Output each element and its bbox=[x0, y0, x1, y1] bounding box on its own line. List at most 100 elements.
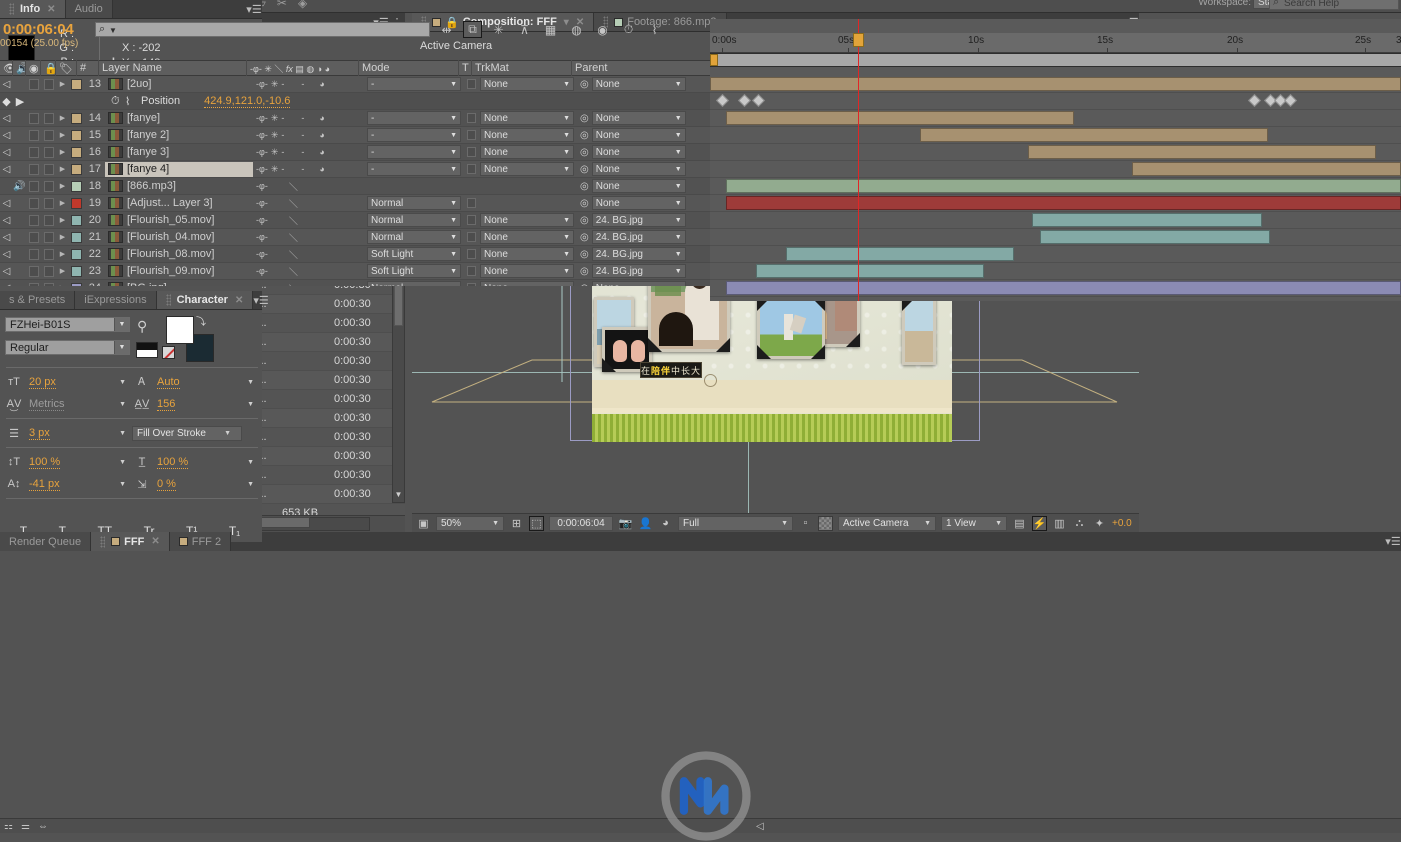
video-toggle[interactable]: ◁ bbox=[0, 246, 13, 263]
close-icon[interactable]: ✕ bbox=[151, 536, 159, 547]
time-ruler[interactable]: 0:00s 05s 10s 15s 20s 25s 30 bbox=[710, 33, 1401, 53]
expand-arrow-icon[interactable]: ▶ bbox=[56, 110, 69, 127]
video-toggle[interactable]: ◁ bbox=[0, 212, 13, 229]
layer-name[interactable]: [fanye 4] bbox=[105, 161, 253, 177]
layer-switches[interactable]: -φ-＼ bbox=[253, 178, 365, 195]
baseline-shift-field[interactable]: A↕ -41 px ▼ bbox=[4, 478, 132, 491]
expand-arrow-icon[interactable]: ▶ bbox=[56, 263, 69, 280]
layer-name[interactable]: [fanye] bbox=[105, 111, 253, 126]
layer-switches[interactable]: -φ- ✳ - - ◕ bbox=[253, 76, 365, 93]
layer-trkmat[interactable]: None▼ bbox=[478, 246, 578, 263]
work-area-bar[interactable] bbox=[710, 53, 1401, 67]
layer-mode[interactable] bbox=[365, 178, 465, 195]
audio-toggle[interactable] bbox=[13, 229, 26, 246]
layer-row[interactable]: ◁ ▶ 15 [fanye 2] -φ- ✳ - - ◕ - ▼ None ▼ ◎ None ▼ bbox=[0, 127, 710, 144]
layer-label-color[interactable] bbox=[69, 127, 83, 144]
font-style-select[interactable]: Regular ▼ bbox=[5, 340, 130, 355]
snapshot-icon[interactable]: 📷 bbox=[618, 516, 633, 531]
property-value[interactable]: 424.9,121.0,-10.6 bbox=[204, 95, 291, 108]
stroke-order-select[interactable]: Fill Over Stroke ▼ bbox=[132, 425, 260, 441]
search-help-input[interactable]: Search Help bbox=[1269, 0, 1399, 10]
grid-guides-icon[interactable]: ⊞ bbox=[509, 516, 524, 531]
solo-toggle[interactable] bbox=[26, 212, 41, 229]
layer-mode[interactable]: Normal▼ bbox=[365, 229, 465, 246]
layer-switches[interactable]: -φ- ✳ - - ◕ bbox=[253, 161, 365, 178]
lock-toggle[interactable] bbox=[41, 195, 56, 212]
expand-arrow-icon[interactable]: ▶ bbox=[56, 195, 69, 212]
layer-parent[interactable]: ◎None▼ bbox=[578, 280, 696, 286]
layer-name[interactable]: [Flourish_05.mov] bbox=[105, 213, 253, 228]
swap-fill-stroke-icon[interactable]: ⤵ bbox=[196, 313, 206, 328]
frame-blending-icon[interactable]: ⊼ bbox=[515, 21, 534, 38]
layer-parent[interactable]: ◎None▼ bbox=[578, 110, 696, 127]
layer-name[interactable]: [Flourish_04.mov] bbox=[105, 230, 253, 245]
layer-parent[interactable]: ◎ 24. BG.jpg ▼ bbox=[578, 229, 696, 246]
always-preview-icon[interactable]: ▣ bbox=[416, 516, 431, 531]
lock-toggle[interactable] bbox=[41, 144, 56, 161]
layer-mode[interactable]: - ▼ bbox=[365, 161, 465, 178]
audio-toggle[interactable] bbox=[13, 263, 26, 280]
motion-blur-icon[interactable]: ▦ bbox=[541, 21, 560, 38]
property-row-position[interactable]: ◆ ▶ ⏱ ⌇ Position 424.9,121.0,-10.6 bbox=[0, 93, 710, 110]
keyframe-marker[interactable] bbox=[738, 94, 751, 107]
layer-name[interactable]: [BG.jpg] bbox=[105, 281, 253, 286]
curve-editor-icon[interactable]: ⌇ bbox=[645, 21, 664, 38]
chevron-down-icon[interactable]: ▼ bbox=[109, 26, 117, 35]
camera-select[interactable]: Active Camera ▼ bbox=[838, 515, 936, 531]
layer-label-color[interactable] bbox=[69, 178, 83, 195]
preserve-transparency-toggle[interactable] bbox=[465, 246, 478, 263]
preserve-transparency-toggle[interactable] bbox=[465, 161, 478, 178]
layer-switches[interactable]: -φ-＼ bbox=[253, 280, 365, 286]
layer-duration-bar[interactable] bbox=[1032, 213, 1262, 227]
tracking-field[interactable]: A̲V̲ 156 ▼ bbox=[132, 398, 260, 411]
tab-character[interactable]: Character ✕ bbox=[156, 291, 254, 309]
lock-toggle[interactable] bbox=[41, 127, 56, 144]
brainstorm-icon[interactable]: ◍ bbox=[567, 21, 586, 38]
video-toggle[interactable]: ◁ bbox=[0, 280, 13, 287]
layer-label-color[interactable] bbox=[69, 144, 83, 161]
video-toggle[interactable]: ◁ bbox=[0, 144, 13, 161]
leading-field[interactable]: Ꭺ Auto ▼ bbox=[132, 376, 260, 389]
zoom-select[interactable]: 50% ▼ bbox=[436, 515, 504, 531]
solo-toggle[interactable] bbox=[26, 195, 41, 212]
transparency-grid-icon[interactable] bbox=[818, 515, 833, 531]
layer-trkmat[interactable]: None▼ bbox=[478, 229, 578, 246]
audio-toggle[interactable] bbox=[13, 110, 26, 127]
layer-label-color[interactable] bbox=[69, 246, 83, 263]
tab-render-queue[interactable]: Render Queue bbox=[0, 532, 92, 551]
layer-row[interactable]: ◁ ▶ 17 [fanye 4] -φ- ✳ - - ◕ - ▼ None ▼ ◎ None ▼ bbox=[0, 161, 710, 178]
expand-arrow-icon[interactable]: ▶ bbox=[56, 246, 69, 263]
layer-mode[interactable]: - ▼ bbox=[365, 144, 465, 161]
layer-trkmat[interactable]: None▼ bbox=[478, 280, 578, 286]
layer-trkmat[interactable]: None▼ bbox=[478, 127, 578, 144]
comp-timecode[interactable]: 0:00:06:04 bbox=[549, 515, 613, 531]
tab-audio[interactable]: Audio bbox=[65, 0, 113, 18]
layer-row[interactable]: ◁ ▶ 24[BG.jpg]-φ-＼Normal▼ None▼◎None▼ bbox=[0, 280, 710, 286]
preserve-transparency-toggle[interactable] bbox=[465, 280, 478, 286]
panel-menu-icon[interactable]: ▾☰ bbox=[246, 0, 262, 18]
pixel-aspect-icon[interactable]: ▤ bbox=[1012, 516, 1027, 531]
audio-toggle[interactable] bbox=[13, 127, 26, 144]
stroke-width-field[interactable]: ☰ 3 px ▼ bbox=[4, 427, 132, 440]
layer-row[interactable]: 🔊 ▶ 18 [866.mp3] -φ- ＼ ◎ None ▼ bbox=[0, 178, 710, 195]
expand-arrow-icon[interactable]: ▶ bbox=[56, 178, 69, 195]
tab-info[interactable]: Info ✕ bbox=[0, 0, 66, 18]
preserve-transparency-toggle[interactable] bbox=[465, 110, 478, 127]
toggle-switches-icon[interactable]: ⚏ bbox=[4, 821, 13, 832]
stopwatch-icon[interactable]: ⏱ bbox=[111, 95, 125, 108]
toggle-modes-icon[interactable]: ⚌ bbox=[21, 821, 30, 832]
layer-row[interactable]: ◁ ▶ 19 [Adjust... Layer 3] -φ- ＼ Normal ▼ ◎ None ▼ bbox=[0, 195, 710, 212]
layer-label-color[interactable] bbox=[69, 263, 83, 280]
solo-toggle[interactable] bbox=[26, 263, 41, 280]
lock-toggle[interactable] bbox=[41, 263, 56, 280]
audio-toggle[interactable] bbox=[13, 144, 26, 161]
work-area-start-handle[interactable] bbox=[710, 54, 718, 66]
region-of-interest-icon[interactable]: ⬚ bbox=[529, 515, 544, 531]
solo-toggle[interactable] bbox=[26, 110, 41, 127]
show-snapshot-icon[interactable]: 👤 bbox=[638, 516, 653, 531]
layer-duration-bar[interactable] bbox=[710, 77, 1401, 91]
layer-label-color[interactable] bbox=[69, 195, 83, 212]
layer-duration-bar[interactable] bbox=[1028, 145, 1376, 159]
expand-arrow-icon[interactable]: ▶ bbox=[56, 212, 69, 229]
layer-trkmat[interactable]: None▼ bbox=[478, 144, 578, 161]
